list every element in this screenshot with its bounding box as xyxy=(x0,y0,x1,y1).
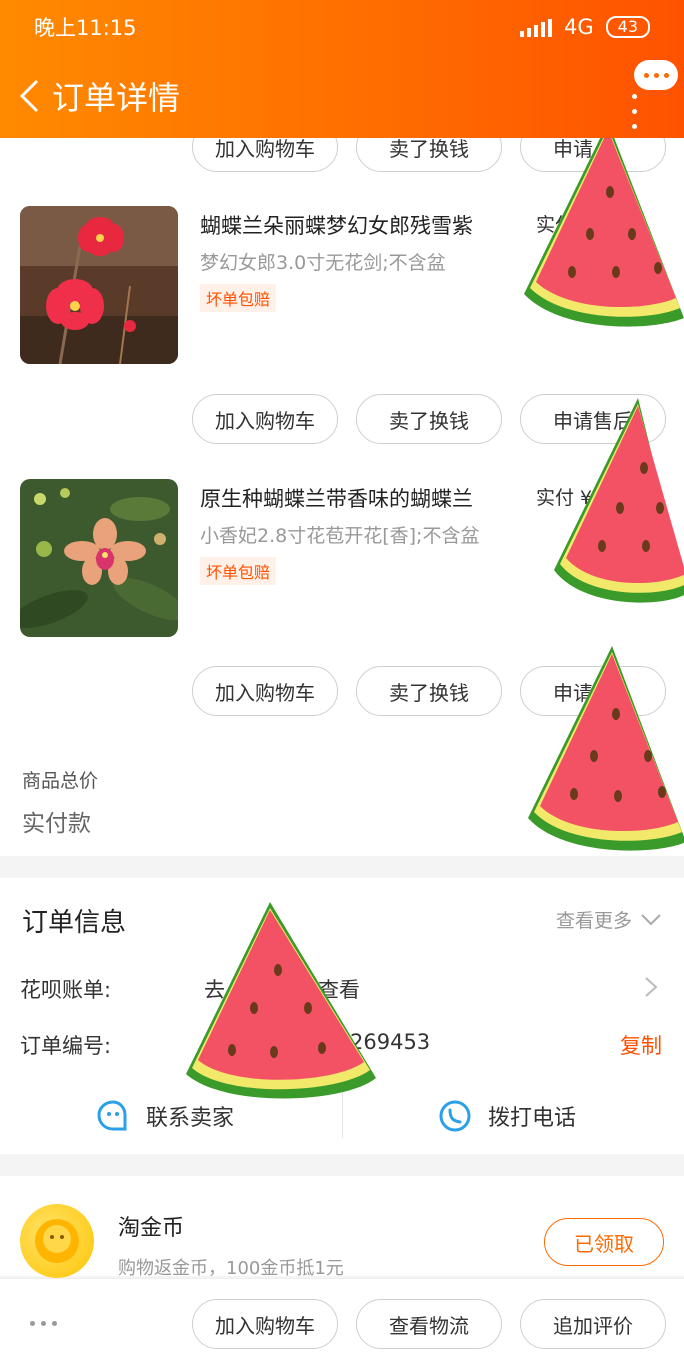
taojinbi-title: 淘金币 xyxy=(118,1216,185,1241)
nav-bar: 订单详情 xyxy=(0,54,684,138)
chevron-down-icon xyxy=(641,913,661,925)
call-phone-button[interactable]: 拨打电话 xyxy=(438,1078,576,1154)
goods-total-label: 商品总价 xyxy=(22,770,99,792)
guarantee-badge: 坏单包赔 xyxy=(200,557,277,585)
watermelon-sticker-icon xyxy=(554,398,684,603)
bottom-action-bar: 加入购物车 查看物流 追加评价 xyxy=(0,1278,684,1368)
page-title: 订单详情 xyxy=(52,79,181,117)
guarantee-badge: 坏单包赔 xyxy=(200,284,277,312)
watermelon-sticker-icon xyxy=(186,902,376,1099)
status-indicators: 4G 43 xyxy=(520,15,650,39)
view-more-label: 查看更多 xyxy=(555,910,632,932)
watermelon-sticker-icon xyxy=(528,646,684,851)
signal-icon xyxy=(520,17,552,37)
add-cart-button[interactable]: 加入购物车 xyxy=(192,1299,338,1349)
view-logistics-button[interactable]: 查看物流 xyxy=(356,1299,502,1349)
add-cart-button[interactable]: 加入购物车 xyxy=(192,394,338,444)
huabei-label: 花呗账单: xyxy=(20,978,112,1002)
add-cart-button[interactable]: 加入购物车 xyxy=(192,666,338,716)
watermelon-sticker-icon xyxy=(524,122,684,327)
chat-icon xyxy=(97,1100,127,1131)
status-bar: 晚上11:15 4G 43 xyxy=(0,0,684,54)
kebab-dots-icon xyxy=(632,94,637,129)
product-title[interactable]: 蝴蝶兰朵丽蝶梦幻女郎残雪紫 xyxy=(200,210,473,240)
resell-button[interactable]: 卖了换钱 xyxy=(356,394,502,444)
call-phone-label: 拨打电话 xyxy=(488,1106,577,1131)
back-icon[interactable] xyxy=(10,73,48,119)
taojinbi-subtitle: 购物返金币，100金币抵1元 xyxy=(118,1258,344,1279)
paid-amount-label: 实付款 xyxy=(22,811,91,837)
copy-button[interactable]: 复制 xyxy=(620,1030,662,1060)
message-bubble-icon xyxy=(634,60,678,90)
resell-button[interactable]: 卖了换钱 xyxy=(356,666,502,716)
more-options-icon[interactable] xyxy=(30,1321,57,1326)
header-bar: 晚上11:15 4G 43 订单详情 xyxy=(0,0,684,138)
claimed-button[interactable]: 已领取 xyxy=(544,1218,664,1266)
taojinbi-card: 淘金币 购物返金币，100金币抵1元 已领取 xyxy=(0,1176,684,1279)
more-menu-icon[interactable] xyxy=(628,60,678,134)
battery-icon: 43 xyxy=(605,16,650,38)
network-type: 4G xyxy=(564,15,594,39)
product-title[interactable]: 原生种蝴蝶兰带香味的蝴蝶兰 xyxy=(200,483,473,513)
add-review-button[interactable]: 追加评价 xyxy=(520,1299,666,1349)
product-thumbnail[interactable] xyxy=(20,206,178,364)
product-spec: 梦幻女郎3.0寸无花剑;不含盆 xyxy=(200,252,446,274)
status-time: 晚上11:15 xyxy=(34,16,137,40)
chevron-right-icon[interactable] xyxy=(644,976,658,998)
view-more-link[interactable]: 查看更多 xyxy=(556,906,662,933)
order-info-title: 订单信息 xyxy=(22,908,127,938)
taojinbi-logo xyxy=(20,1204,94,1278)
product-spec: 小香妃2.8寸花苞开花[香];不含盆 xyxy=(200,525,480,547)
battery-level: 43 xyxy=(617,17,638,36)
product-thumbnail[interactable] xyxy=(20,479,178,637)
order-number-label: 订单编号: xyxy=(20,1034,112,1058)
phone-icon xyxy=(439,1100,471,1132)
